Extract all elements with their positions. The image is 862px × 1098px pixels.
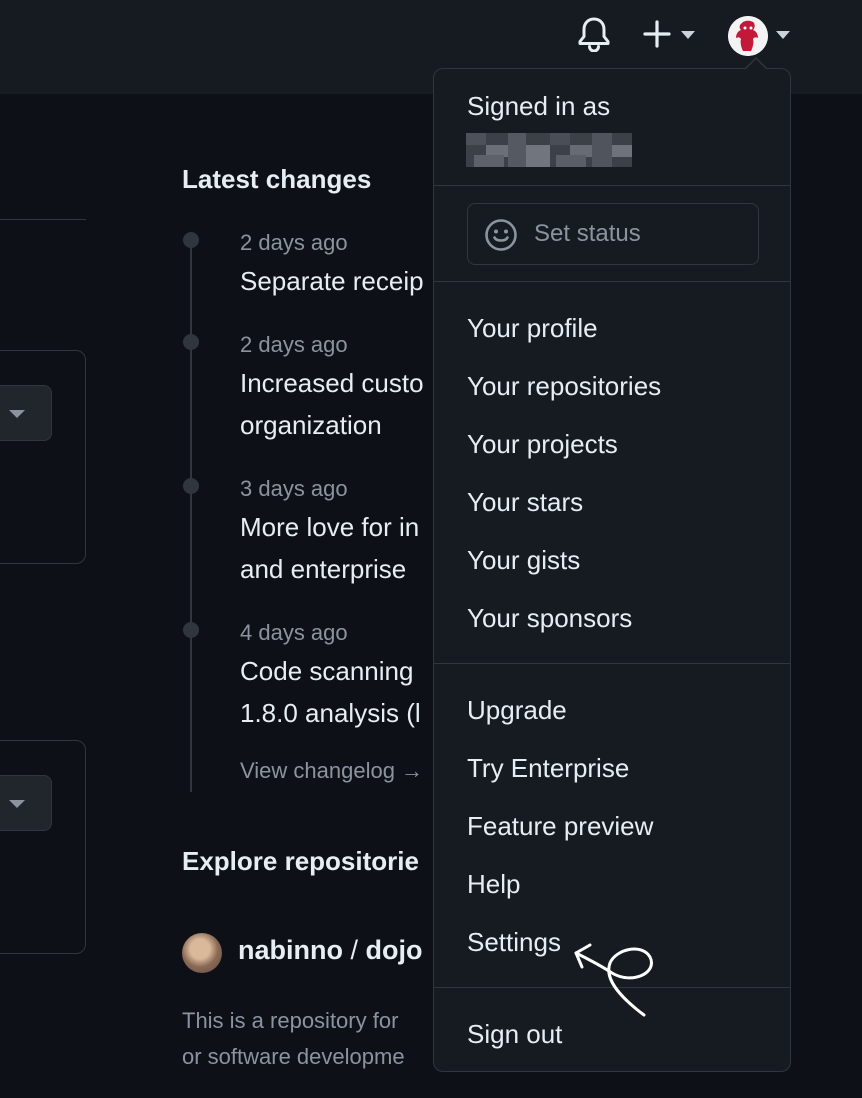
menu-divider <box>434 663 790 664</box>
smiley-icon <box>485 219 517 251</box>
change-title-line: Code scanning <box>240 656 414 686</box>
chevron-down-icon <box>9 800 25 808</box>
set-status-button[interactable]: Set status <box>467 203 759 265</box>
menu-divider <box>434 185 790 186</box>
change-title-line: and enterprise <box>240 554 407 584</box>
repo-description: This is a repository for <box>182 1008 399 1033</box>
menu-item-your-sponsors[interactable]: Your sponsors <box>467 603 632 634</box>
menu-item-feature-preview[interactable]: Feature preview <box>467 811 653 842</box>
menu-divider <box>434 281 790 282</box>
menu-item-sign-out[interactable]: Sign out <box>467 1019 562 1050</box>
dropdown-caret-fill <box>746 59 766 69</box>
repo-owner-avatar[interactable] <box>182 933 222 973</box>
chevron-down-icon <box>681 31 695 39</box>
menu-item-try-enterprise[interactable]: Try Enterprise <box>467 753 629 784</box>
bell-icon[interactable] <box>577 16 611 53</box>
timeline-dot <box>183 334 199 350</box>
user-menu-button[interactable] <box>726 14 796 58</box>
change-date: 3 days ago <box>240 476 348 501</box>
change-title-line: 1.8.0 analysis (l <box>240 698 421 728</box>
plus-icon <box>643 20 671 48</box>
change-title[interactable]: Separate receip <box>240 260 424 302</box>
redacted-username[interactable] <box>466 133 632 167</box>
repo-owner: nabinno <box>238 935 343 965</box>
set-status-label: Set status <box>534 220 641 247</box>
repo-separator: / <box>342 935 366 965</box>
menu-item-your-repositories[interactable]: Your repositories <box>467 371 661 402</box>
timeline-line <box>190 240 192 792</box>
avatar <box>728 16 768 56</box>
user-dropdown-menu: Signed in as Set status Your profile You… <box>433 68 791 1072</box>
change-date: 2 days ago <box>240 332 348 357</box>
menu-item-upgrade[interactable]: Upgrade <box>467 695 567 726</box>
timeline-dot <box>183 622 199 638</box>
menu-item-help[interactable]: Help <box>467 869 520 900</box>
change-title[interactable]: Increased custo organization <box>240 362 424 446</box>
left-card <box>0 350 86 564</box>
left-divider <box>0 219 86 220</box>
change-title-line: More love for in <box>240 512 420 542</box>
timeline-dot <box>183 232 199 248</box>
change-title-line: organization <box>240 410 382 440</box>
change-date: 2 days ago <box>240 230 348 255</box>
change-title-line: Separate receip <box>240 266 424 296</box>
repo-description: or software developme <box>182 1044 405 1069</box>
menu-item-your-projects[interactable]: Your projects <box>467 429 618 460</box>
menu-item-your-gists[interactable]: Your gists <box>467 545 580 576</box>
explore-title: Explore repositorie <box>182 846 419 876</box>
menu-item-your-stars[interactable]: Your stars <box>467 487 583 518</box>
menu-item-your-profile[interactable]: Your profile <box>467 313 598 344</box>
view-changelog-link[interactable]: View changelog → <box>240 758 423 784</box>
change-title-line: Increased custo <box>240 368 424 398</box>
signed-in-label: Signed in as <box>467 91 611 121</box>
menu-divider <box>434 987 790 988</box>
menu-item-settings[interactable]: Settings <box>467 927 561 958</box>
repo-link[interactable]: nabinno / dojo <box>238 935 422 966</box>
left-dropdown-button[interactable] <box>0 385 52 441</box>
left-card <box>0 740 86 954</box>
change-title[interactable]: More love for in and enterprise <box>240 506 419 590</box>
change-title[interactable]: Code scanning 1.8.0 analysis (l <box>240 650 421 734</box>
repo-name: dojo <box>365 935 423 965</box>
change-date: 4 days ago <box>240 620 348 645</box>
chevron-down-icon <box>776 31 790 39</box>
create-new-button[interactable] <box>643 18 703 50</box>
chevron-down-icon <box>9 410 25 418</box>
left-dropdown-button[interactable] <box>0 775 52 831</box>
latest-changes-title: Latest changes <box>182 164 372 194</box>
timeline-dot <box>183 478 199 494</box>
